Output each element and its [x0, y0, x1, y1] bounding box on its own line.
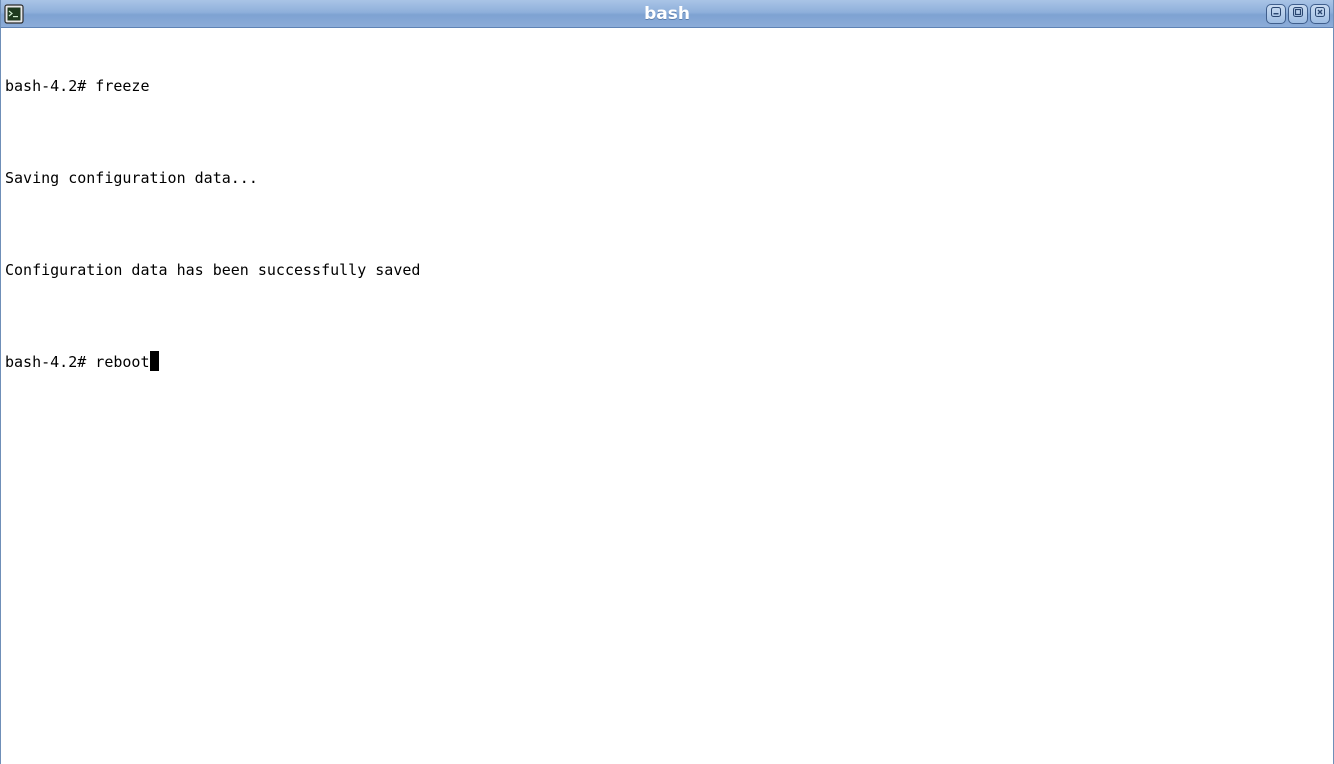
minimize-icon — [1270, 5, 1282, 23]
close-icon — [1314, 5, 1326, 23]
maximize-icon — [1292, 5, 1304, 23]
minimize-button[interactable] — [1266, 4, 1286, 24]
window-controls — [1266, 4, 1330, 24]
terminal-output[interactable]: bash-4.2# freeze Saving configuration da… — [1, 28, 1333, 764]
terminal-line: Saving configuration data... — [5, 167, 1333, 190]
terminal-line: bash-4.2# freeze — [5, 75, 1333, 98]
terminal-prompt-line[interactable]: bash-4.2# reboot — [5, 351, 1333, 374]
maximize-button[interactable] — [1288, 4, 1308, 24]
terminal-line-text: bash-4.2# freeze — [5, 77, 150, 95]
terminal-line-text: Saving configuration data... — [5, 169, 258, 187]
terminal-line: Configuration data has been successfully… — [5, 259, 1333, 282]
window-title: bash — [644, 4, 690, 24]
title-bar[interactable]: bash — [1, 0, 1333, 28]
terminal-window: bash bash-4.2# freeze Saving configurati… — [0, 0, 1334, 764]
terminal-line-text: bash-4.2# reboot — [5, 353, 150, 371]
terminal-line-text: Configuration data has been successfully… — [5, 261, 421, 279]
close-button[interactable] — [1310, 4, 1330, 24]
text-cursor — [149, 351, 159, 371]
